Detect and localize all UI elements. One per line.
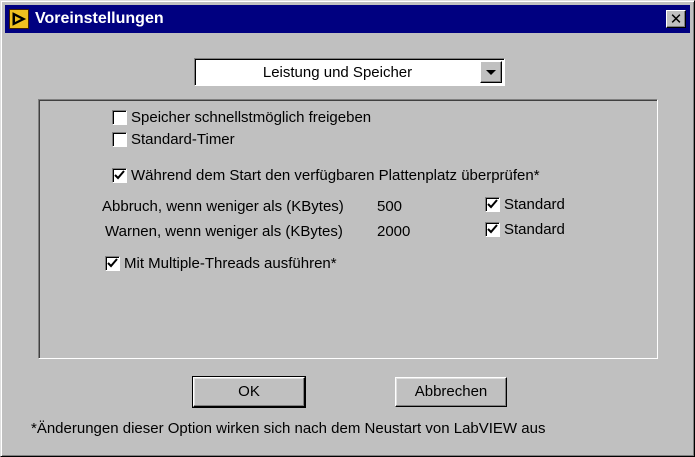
warn-standard-checkbox[interactable]	[485, 222, 500, 237]
check-icon	[114, 170, 125, 180]
warn-threshold-label: Warnen, wenn weniger als (KBytes)	[105, 223, 343, 240]
cancel-button[interactable]: Abbrechen	[395, 377, 507, 407]
check-icon	[107, 258, 118, 268]
preferences-dialog: Voreinstellungen ✕ Leistung und Speicher…	[0, 0, 695, 457]
multithreading-label: Mit Multiple-Threads ausführen*	[124, 255, 337, 272]
abort-threshold-label: Abbruch, wenn weniger als (KBytes)	[102, 198, 344, 215]
chevron-down-icon[interactable]	[480, 61, 502, 83]
check-icon	[487, 199, 498, 209]
check-disk-space-label: Während dem Start den verfügbaren Platte…	[131, 167, 540, 184]
window-title: Voreinstellungen	[35, 10, 164, 27]
check-icon	[487, 224, 498, 234]
standard-timer-checkbox[interactable]	[112, 132, 127, 147]
free-memory-label: Speicher schnellstmöglich freigeben	[131, 109, 372, 126]
close-icon: ✕	[669, 10, 683, 28]
warn-threshold-value[interactable]: 2000	[377, 223, 410, 240]
abort-standard-checkbox[interactable]	[485, 197, 500, 212]
warn-standard-label: Standard	[504, 221, 565, 238]
title-bar[interactable]: Voreinstellungen ✕	[5, 5, 690, 33]
multithreading-checkbox[interactable]	[105, 256, 120, 271]
labview-app-icon	[9, 9, 29, 29]
restart-note: *Änderungen dieser Option wirken sich na…	[31, 420, 546, 437]
ok-button[interactable]: OK	[192, 376, 306, 408]
close-button[interactable]: ✕	[666, 10, 686, 28]
free-memory-checkbox[interactable]	[112, 110, 127, 125]
category-dropdown-value: Leistung und Speicher	[262, 64, 413, 81]
abort-standard-label: Standard	[504, 196, 565, 213]
check-disk-space-checkbox[interactable]	[112, 168, 127, 183]
standard-timer-label: Standard-Timer	[131, 131, 235, 148]
abort-threshold-value[interactable]: 500	[377, 198, 402, 215]
category-dropdown[interactable]: Leistung und Speicher	[194, 58, 505, 86]
